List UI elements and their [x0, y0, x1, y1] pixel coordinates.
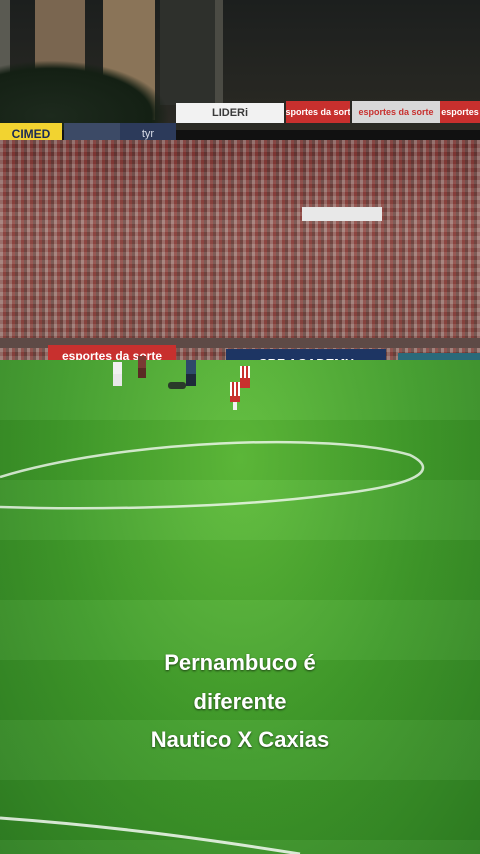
player — [240, 366, 250, 394]
player — [113, 362, 123, 390]
player — [230, 382, 240, 410]
player — [138, 356, 148, 384]
caption-line-3: Nautico X Caxias — [150, 727, 330, 752]
player — [186, 360, 196, 388]
stadium-scene: CIMED tyr LIDERi esportes da sorte espor… — [0, 0, 480, 854]
caption-line-2: diferente — [193, 689, 287, 714]
pitch-markings — [0, 440, 425, 854]
player-lying — [168, 382, 186, 389]
caption-line-1: Pernambuco é — [164, 650, 316, 675]
